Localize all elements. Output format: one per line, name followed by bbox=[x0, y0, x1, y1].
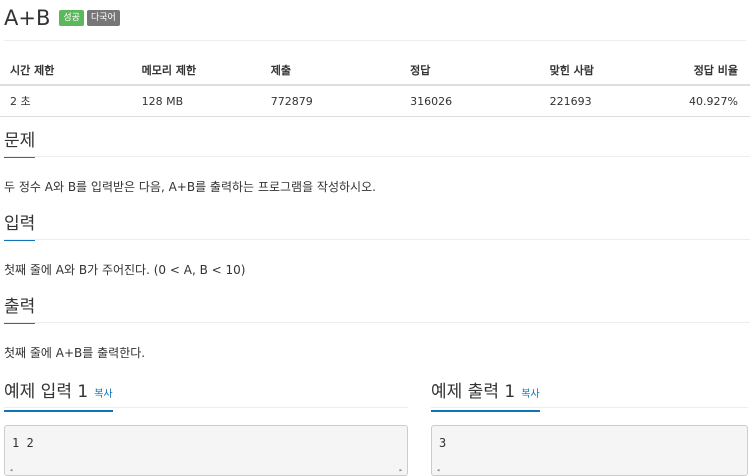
description-header: 문제 bbox=[4, 129, 750, 158]
table-row: 2 초 128 MB 772879 316026 221693 40.927% bbox=[0, 85, 750, 117]
sample-input-box[interactable]: 1 2 ◂ ▸ bbox=[4, 425, 408, 476]
sample-output-box[interactable]: 3 ◂ bbox=[431, 425, 748, 476]
sample-output-header: 예제 출력 1 복사 bbox=[431, 380, 748, 412]
sample-output-section: 예제 출력 1 복사 3 ◂ bbox=[431, 380, 748, 476]
input-heading: 입력 bbox=[4, 212, 36, 241]
output-text: 첫째 줄에 A+B를 출력한다. bbox=[4, 346, 146, 360]
cell-solved-users: 221693 bbox=[539, 85, 680, 117]
problem-header: A+B 성공 다국어 bbox=[4, 4, 120, 32]
cell-submissions: 772879 bbox=[260, 85, 401, 117]
sample-output-title: 예제 출력 1 bbox=[431, 382, 516, 402]
section-divider bbox=[4, 322, 750, 323]
cell-memory-limit: 128 MB bbox=[131, 85, 261, 117]
input-text: 첫째 줄에 A와 B가 주어진다. (0 < A, B < 10) bbox=[4, 263, 246, 277]
header-divider bbox=[4, 40, 746, 41]
scroll-right-icon[interactable]: ▸ bbox=[399, 466, 403, 474]
output-header: 출력 bbox=[4, 295, 750, 324]
description-heading: 문제 bbox=[4, 129, 36, 158]
problem-info-table: 시간 제한 메모리 제한 제출 정답 맞힌 사람 정답 비율 2 초 128 M… bbox=[0, 56, 750, 117]
sample-output-content: 3 bbox=[439, 436, 447, 450]
copy-sample-output-button[interactable]: 복사 bbox=[521, 389, 539, 400]
sample-input-section: 예제 입력 1 복사 1 2 ◂ ▸ bbox=[4, 380, 408, 476]
problem-title: A+B bbox=[4, 6, 51, 30]
multilang-badge[interactable]: 다국어 bbox=[86, 10, 120, 26]
section-divider bbox=[4, 407, 408, 408]
scroll-left-icon[interactable]: ◂ bbox=[436, 466, 440, 474]
table-header-row: 시간 제한 메모리 제한 제출 정답 맞힌 사람 정답 비율 bbox=[0, 56, 750, 86]
header-submissions: 제출 bbox=[260, 56, 401, 86]
header-memory-limit: 메모리 제한 bbox=[131, 56, 261, 86]
header-time-limit: 시간 제한 bbox=[0, 56, 132, 86]
output-heading: 출력 bbox=[4, 295, 36, 324]
header-solved-users: 맞힌 사람 bbox=[539, 56, 680, 86]
description-text: 두 정수 A와 B를 입력받은 다음, A+B를 출력하는 프로그램을 작성하시… bbox=[4, 180, 376, 194]
input-section: 입력 첫째 줄에 A와 B가 주어진다. (0 < A, B < 10) bbox=[4, 212, 750, 278]
output-section: 출력 첫째 줄에 A+B를 출력한다. bbox=[4, 295, 750, 361]
sample-input-title: 예제 입력 1 bbox=[4, 382, 89, 402]
input-header: 입력 bbox=[4, 212, 750, 241]
section-divider bbox=[4, 156, 750, 157]
sample-input-header: 예제 입력 1 복사 bbox=[4, 380, 408, 412]
copy-sample-input-button[interactable]: 복사 bbox=[94, 389, 112, 400]
scroll-left-icon[interactable]: ◂ bbox=[9, 466, 13, 474]
cell-accept-ratio: 40.927% bbox=[679, 85, 750, 117]
cell-accepted: 316026 bbox=[400, 85, 540, 117]
section-divider bbox=[4, 239, 750, 240]
header-accept-ratio: 정답 비율 bbox=[679, 56, 750, 86]
cell-time-limit: 2 초 bbox=[0, 85, 132, 117]
header-accepted: 정답 bbox=[400, 56, 540, 86]
success-badge[interactable]: 성공 bbox=[59, 10, 84, 26]
section-divider bbox=[431, 407, 748, 408]
description-section: 문제 두 정수 A와 B를 입력받은 다음, A+B를 출력하는 프로그램을 작… bbox=[4, 129, 750, 195]
sample-input-content: 1 2 bbox=[12, 436, 34, 450]
